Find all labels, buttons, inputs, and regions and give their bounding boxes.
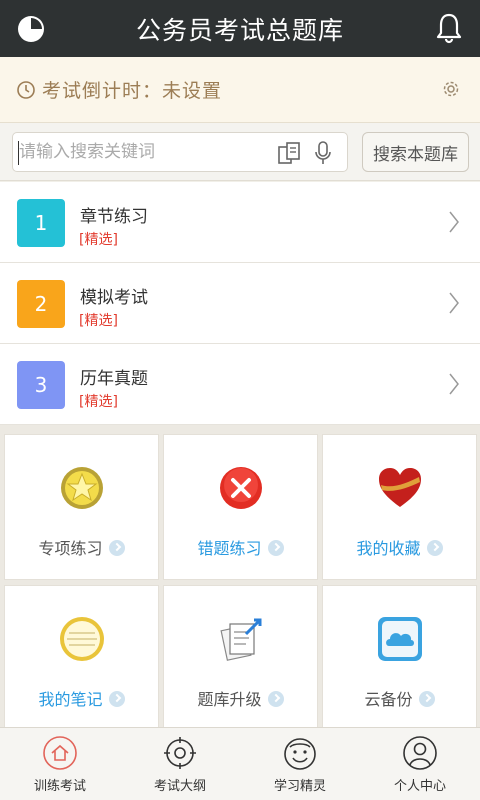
nav-label: 个人中心	[393, 779, 446, 794]
smiley-icon	[284, 738, 316, 770]
cloud-icon	[377, 617, 422, 661]
list-item-chapter-practice[interactable]: 1 章节练习 [精选]	[0, 182, 480, 263]
featured-tag: [精选]	[79, 394, 118, 410]
tile-label: 题库升级	[197, 690, 262, 709]
nav-label: 学习精灵	[273, 779, 326, 794]
search-row: 搜索本题库	[0, 123, 480, 181]
item-number-badge: 3	[17, 361, 65, 409]
tile-my-favorites[interactable]: 我的收藏	[322, 434, 477, 580]
scan-icon[interactable]	[277, 141, 301, 165]
tile-label: 云备份	[364, 690, 413, 709]
countdown-text: 考试倒计时：未设置	[42, 80, 223, 102]
nav-tab-training-exam[interactable]: 训练考试	[0, 728, 120, 800]
practice-list: 1 章节练习 [精选] 2 模拟考试 [精选] 3 历年真题 [精选]	[0, 182, 480, 425]
bottom-nav: 训练考试 考试大纲 学习精灵 个人中心	[0, 727, 480, 800]
list-item-label: 历年真题	[80, 369, 148, 389]
gear-icon[interactable]	[442, 80, 460, 98]
search-box[interactable]	[12, 132, 348, 172]
microphone-icon[interactable]	[313, 140, 333, 166]
exam-countdown-bar[interactable]: 考试倒计时：未设置	[0, 57, 480, 123]
search-input[interactable]	[19, 137, 269, 167]
nav-tab-study-sprite[interactable]: 学习精灵	[240, 728, 360, 800]
tile-my-notes[interactable]: 我的笔记	[4, 585, 159, 731]
list-item-label: 章节练习	[80, 207, 148, 227]
arrow-right-icon	[426, 540, 443, 556]
app-header: 公务员考试总题库	[0, 0, 480, 57]
clock-icon	[17, 80, 35, 99]
tile-label: 我的笔记	[38, 690, 103, 709]
item-number-badge: 2	[17, 280, 65, 328]
nav-tab-personal-center[interactable]: 个人中心	[360, 728, 480, 800]
star-badge-icon	[60, 467, 103, 509]
list-item-mock-exam[interactable]: 2 模拟考试 [精选]	[0, 263, 480, 344]
tile-bank-upgrade[interactable]: 题库升级	[163, 585, 318, 731]
home-icon	[43, 736, 77, 770]
nav-tab-exam-outline[interactable]: 考试大纲	[120, 728, 240, 800]
tile-label: 错题练习	[197, 539, 262, 558]
heart-icon	[378, 468, 421, 507]
person-icon	[403, 736, 437, 770]
compass-icon	[164, 737, 196, 769]
arrow-right-icon	[418, 691, 435, 707]
pie-chart-icon[interactable]	[16, 14, 46, 44]
chevron-right-icon	[449, 373, 459, 395]
page-title: 公务员考试总题库	[135, 15, 344, 45]
nav-label: 考试大纲	[153, 779, 206, 794]
search-button[interactable]: 搜索本题库	[362, 132, 469, 172]
chevron-right-icon	[449, 211, 459, 233]
tile-special-practice[interactable]: 专项练习	[4, 434, 159, 580]
notepad-icon	[59, 617, 104, 661]
tile-wrong-questions[interactable]: 错题练习	[163, 434, 318, 580]
arrow-right-icon	[267, 540, 284, 556]
tile-cloud-backup[interactable]: 云备份	[322, 585, 477, 731]
list-item-label: 模拟考试	[80, 288, 148, 308]
list-item-past-exams[interactable]: 3 历年真题 [精选]	[0, 344, 480, 425]
nav-label: 训练考试	[33, 779, 86, 794]
upgrade-docs-icon	[219, 618, 261, 661]
featured-tag: [精选]	[79, 232, 118, 248]
arrow-right-icon	[267, 691, 284, 707]
featured-tag: [精选]	[79, 313, 118, 329]
arrow-right-icon	[108, 540, 125, 556]
item-number-badge: 1	[17, 199, 65, 247]
feature-grid: 专项练习 错题练习 我的收藏 我的笔记 题库升级 云备份	[0, 425, 480, 731]
bell-icon[interactable]	[434, 12, 464, 44]
red-x-icon	[219, 467, 262, 509]
tile-label: 专项练习	[38, 539, 103, 558]
chevron-right-icon	[449, 292, 459, 314]
tile-label: 我的收藏	[356, 539, 421, 558]
arrow-right-icon	[108, 691, 125, 707]
